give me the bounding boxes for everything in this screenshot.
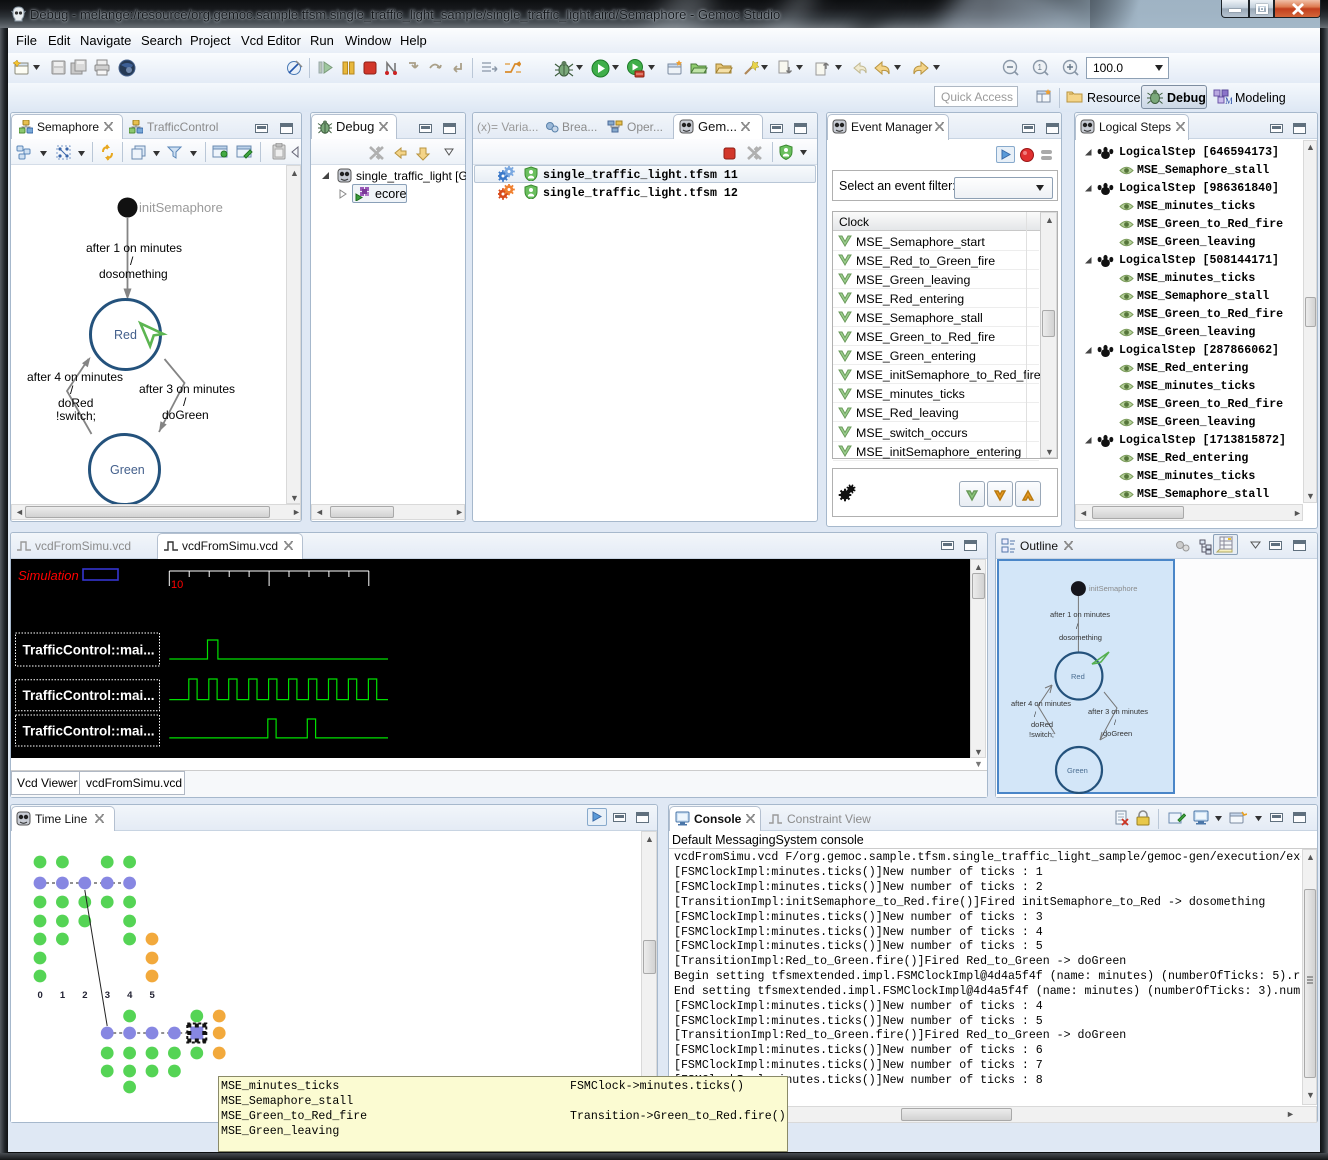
svg-text:dosomething: dosomething <box>1059 633 1102 642</box>
svg-text:Red: Red <box>1071 672 1085 681</box>
svg-text:after 4 on minutes: after 4 on minutes <box>1011 699 1071 708</box>
svg-text:Simulation: Simulation <box>18 568 79 583</box>
svg-text:after 3 on minutes: after 3 on minutes <box>1088 707 1148 716</box>
svg-text:3: 3 <box>105 990 110 1001</box>
svg-text:doGreen: doGreen <box>1103 729 1132 738</box>
svg-text:10: 10 <box>171 579 183 591</box>
svg-text:TrafficControl::mai...: TrafficControl::mai... <box>23 688 155 703</box>
svg-text:0: 0 <box>38 990 43 1001</box>
svg-text:5: 5 <box>150 990 156 1001</box>
svg-text:1: 1 <box>60 990 66 1001</box>
svg-text:/: / <box>1114 718 1117 727</box>
svg-text:M: M <box>1225 96 1232 106</box>
svg-text:TrafficControl::mai...: TrafficControl::mai... <box>23 643 155 658</box>
svg-text:2: 2 <box>82 990 87 1001</box>
svg-text:4: 4 <box>127 990 133 1001</box>
svg-text:!switch;: !switch; <box>1029 730 1054 739</box>
svg-text:Green: Green <box>1067 766 1088 775</box>
svg-text:/: / <box>1034 710 1037 719</box>
svg-text:initSemaphore: initSemaphore <box>1089 584 1137 593</box>
svg-text:after 1 on minutes: after 1 on minutes <box>1050 610 1110 619</box>
svg-text:TrafficControl::mai...: TrafficControl::mai... <box>23 724 155 739</box>
svg-text:doRed: doRed <box>1031 720 1053 729</box>
svg-text:1: 1 <box>1038 63 1043 72</box>
